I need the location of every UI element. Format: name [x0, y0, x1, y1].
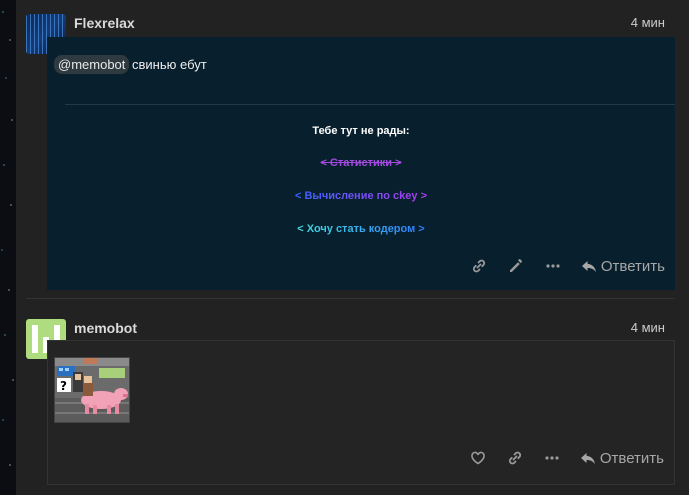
reply-label: Ответить — [599, 449, 664, 467]
post-memobot: memobot 4 мин ? Ответить — [26, 305, 675, 495]
reply-icon — [581, 261, 596, 272]
post-time[interactable]: 4 мин — [631, 320, 665, 335]
post-actions: Ответить — [453, 446, 664, 470]
heart-icon[interactable] — [466, 446, 490, 470]
more-icon[interactable] — [540, 446, 564, 470]
reply-button[interactable]: Ответить — [580, 450, 664, 467]
divider — [65, 104, 675, 105]
coder-link[interactable]: < Хочу стать кодером > — [297, 223, 424, 235]
ckey-link[interactable]: < Вычисление по ckey > — [295, 190, 427, 202]
post-username[interactable]: memobot — [74, 320, 137, 336]
svg-text:?: ? — [60, 379, 67, 393]
info-title: Тебе тут не рады: — [312, 125, 410, 137]
post-body: @memobot свинью ебут Тебе тут не рады: <… — [47, 37, 675, 290]
pig-gif-image[interactable]: ? — [54, 357, 130, 423]
post-body: ? Ответить — [47, 340, 675, 485]
post-divider — [26, 298, 675, 299]
post-flexrelax: Flexrelax 4 мин @memobot свинью ебут Теб… — [26, 0, 675, 293]
post-actions: Ответить — [454, 254, 665, 278]
statistics-link[interactable]: < Статистики > — [47, 157, 675, 169]
link-icon[interactable] — [503, 446, 527, 470]
mention-link[interactable]: @memobot — [54, 55, 130, 74]
starfield-background — [0, 0, 16, 495]
post-message: свинью ебут — [132, 57, 207, 72]
reply-button[interactable]: Ответить — [581, 258, 665, 275]
reply-label: Ответить — [600, 257, 665, 275]
pencil-icon[interactable] — [504, 254, 528, 278]
more-icon[interactable] — [541, 254, 565, 278]
reply-icon — [580, 453, 595, 464]
post-time[interactable]: 4 мин — [631, 15, 665, 30]
link-icon[interactable] — [467, 254, 491, 278]
post-username[interactable]: Flexrelax — [74, 15, 135, 31]
